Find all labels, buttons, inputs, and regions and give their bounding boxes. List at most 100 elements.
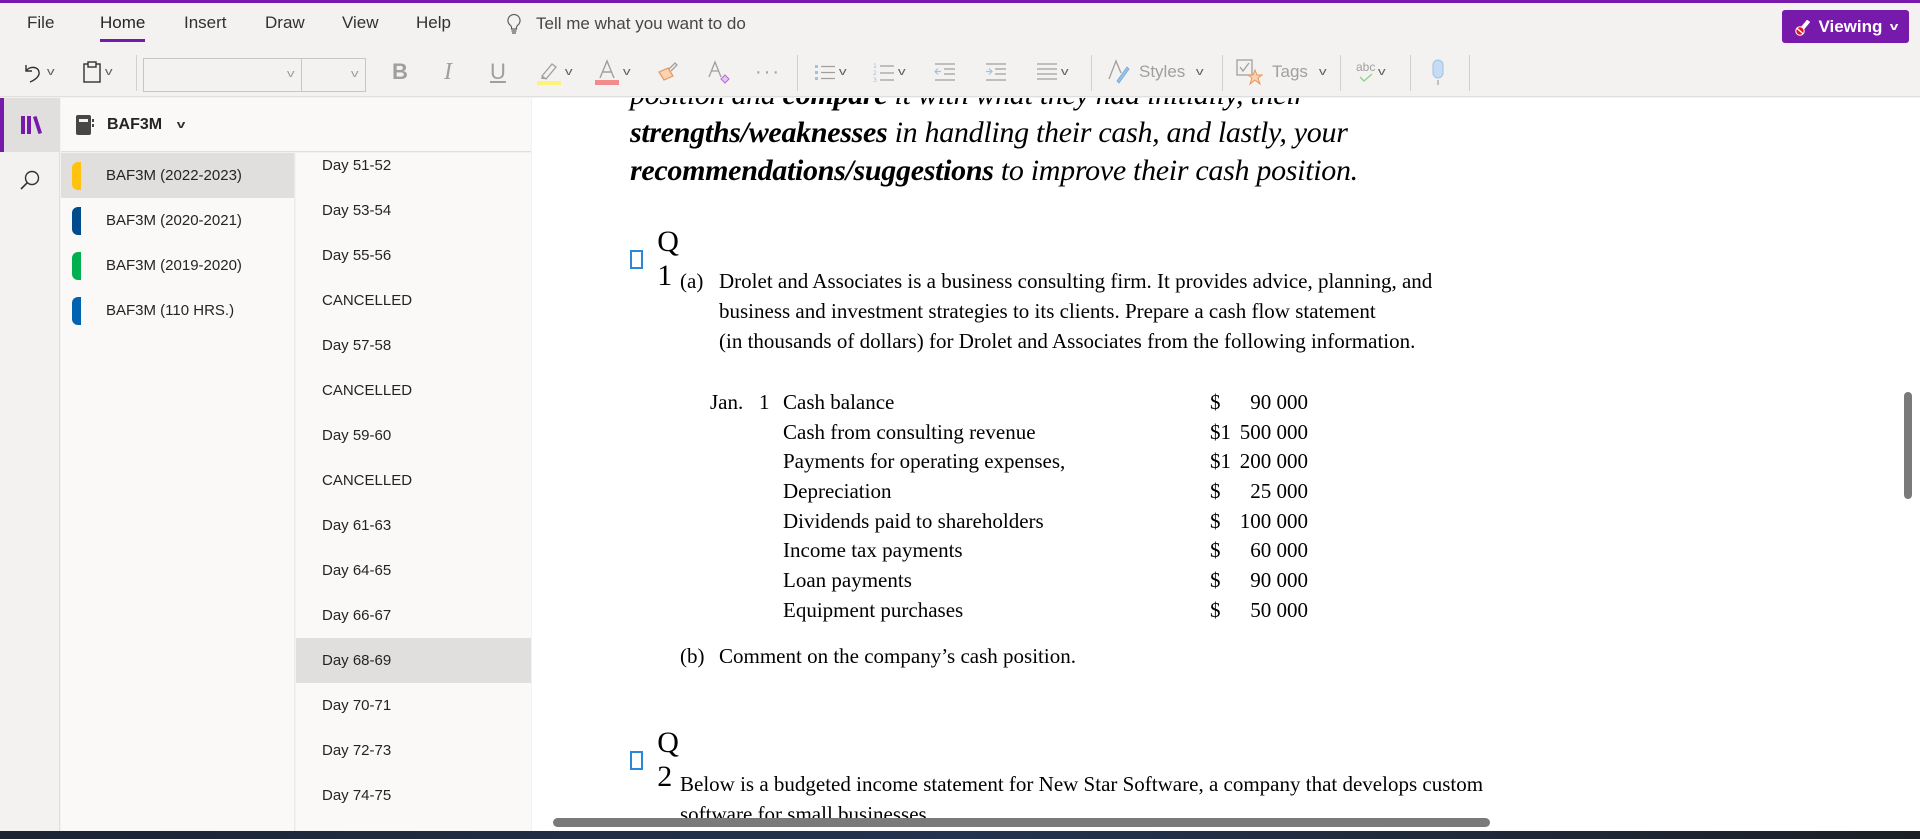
paragraph-alignment-button[interactable]: v: [1036, 47, 1069, 97]
section-item[interactable]: BAF3M (2022-2023): [61, 153, 294, 198]
section-item[interactable]: BAF3M (110 HRS.): [61, 288, 294, 333]
ledger-amount: 60 000: [1250, 538, 1308, 563]
page-item[interactable]: Day 61-63: [296, 503, 531, 548]
page-label: Day 68-69: [322, 652, 392, 669]
ledger-description: Cash balance: [783, 390, 895, 414]
ledger-currency: $: [1210, 479, 1221, 504]
ledger-currency: $: [1210, 508, 1221, 533]
font-color-button[interactable]: v: [594, 47, 631, 97]
todo-checkbox[interactable]: [630, 249, 644, 269]
page-label: Day 66-67: [322, 607, 392, 624]
tab-file[interactable]: File: [27, 13, 54, 33]
vertical-scrollbar[interactable]: [1904, 392, 1912, 499]
page-item[interactable]: Day 57-58: [296, 323, 531, 368]
ledger-date: Jan. 1: [710, 390, 770, 414]
ledger-row: Jan. 1 Cash balance $90 000: [710, 388, 1330, 418]
section-label: BAF3M (2022-2023): [106, 167, 242, 184]
page-item[interactable]: CANCELLED: [296, 458, 531, 503]
section-item[interactable]: BAF3M (2020-2021): [61, 198, 294, 243]
page-item[interactable]: Day 59-60: [296, 413, 531, 458]
ledger-currency: $: [1210, 538, 1221, 563]
tell-me-search[interactable]: Tell me what you want to do: [506, 13, 746, 35]
clipboard-icon: [83, 61, 101, 83]
page-item[interactable]: Day 53-54: [296, 188, 531, 233]
section-label: BAF3M (110 HRS.): [106, 302, 235, 319]
font-name-dropdown[interactable]: v: [143, 58, 302, 92]
increase-indent-button[interactable]: [985, 47, 1007, 97]
tag-star-icon: [1236, 59, 1264, 86]
paste-button[interactable]: v: [82, 47, 113, 97]
clear-formatting-button[interactable]: [706, 47, 732, 97]
tab-draw[interactable]: Draw: [265, 13, 305, 33]
increase-indent-icon: [986, 63, 1006, 81]
section-color-tab-icon: [72, 207, 81, 235]
todo-checkbox[interactable]: [630, 750, 644, 770]
numbered-list-icon: 123: [873, 63, 894, 83]
font-color-icon: [595, 59, 619, 85]
part-a-line: (in thousands of dollars) for Drolet and…: [719, 329, 1416, 353]
clear-formatting-icon: [708, 60, 730, 84]
bold-button[interactable]: B: [392, 47, 408, 97]
ledger-row: Depreciation $25 000: [710, 477, 1330, 507]
ledger-amount: 90 000: [1250, 390, 1308, 414]
numbering-button[interactable]: 123 v: [873, 47, 906, 97]
separator: [1469, 55, 1470, 91]
pencil-blocked-icon: [1795, 19, 1811, 36]
italic-button[interactable]: I: [444, 47, 452, 97]
separator: [136, 55, 137, 91]
page-item[interactable]: Day 66-67: [296, 593, 531, 638]
page-label: Day 72-73: [322, 742, 392, 759]
question-1-heading: Q 1: [630, 225, 685, 293]
tags-button[interactable]: Tags v: [1236, 47, 1327, 97]
notebooks-button[interactable]: [0, 98, 60, 152]
tab-insert[interactable]: Insert: [184, 13, 227, 33]
chevron-down-icon: v: [46, 66, 55, 78]
more-options-button[interactable]: ···: [755, 47, 781, 97]
chevron-down-icon: v: [1378, 66, 1386, 78]
tab-view[interactable]: View: [342, 13, 379, 33]
chevron-down-icon: v: [286, 68, 295, 80]
section-item[interactable]: BAF3M (2019-2020): [61, 243, 294, 288]
part-a-label: (a): [680, 269, 704, 293]
page-canvas[interactable]: position and compare it with what they h…: [532, 98, 1920, 831]
page-label: Day 57-58: [322, 337, 392, 354]
page-item[interactable]: CANCELLED: [296, 368, 531, 413]
page-list: Day 51-52 Day 53-54 Day 55-56 CANCELLED Day …: [296, 153, 531, 831]
page-item[interactable]: Day 72-73: [296, 728, 531, 773]
spelling-button[interactable]: abc v: [1356, 47, 1386, 97]
section-list: BAF3M (2022-2023) BAF3M (2020-2021) BAF3M …: [61, 153, 295, 831]
section-color-tab-icon: [72, 252, 81, 280]
viewing-mode-button[interactable]: Viewing v: [1782, 10, 1909, 43]
bullets-button[interactable]: v: [814, 47, 847, 97]
cash-information-table: Jan. 1 Cash balance $90 000 Cash from consu…: [710, 388, 1330, 626]
page-item[interactable]: Day 64-65: [296, 548, 531, 593]
page-item[interactable]: Day 68-69: [296, 638, 531, 683]
highlight-button[interactable]: v: [536, 47, 573, 97]
undo-button[interactable]: v: [22, 47, 55, 97]
tags-label: Tags: [1272, 62, 1308, 81]
page-item[interactable]: Day 70-71: [296, 683, 531, 728]
page-item[interactable]: Day 74-75: [296, 773, 531, 818]
tell-me-placeholder: Tell me what you want to do: [536, 14, 746, 33]
microphone-icon: [1432, 59, 1444, 85]
page-item[interactable]: CANCELLED: [296, 278, 531, 323]
page-item[interactable]: Day 55-56: [296, 233, 531, 278]
underline-button[interactable]: U: [490, 47, 506, 97]
undo-icon: [25, 65, 40, 83]
horizontal-scrollbar[interactable]: [553, 818, 1490, 827]
dictate-button[interactable]: [1430, 47, 1446, 97]
font-size-dropdown[interactable]: v: [301, 58, 366, 92]
tab-home[interactable]: Home: [100, 13, 146, 42]
ledger-row: Payments for operating expenses, $1 200 00…: [710, 447, 1330, 477]
ledger-currency: $: [1210, 597, 1221, 622]
format-painter-button[interactable]: [656, 47, 680, 97]
decrease-indent-button[interactable]: [934, 47, 956, 97]
ledger-currency: $1: [1210, 449, 1231, 474]
chevron-down-icon: v: [1060, 66, 1069, 78]
tab-help[interactable]: Help: [416, 13, 451, 33]
ledger-description: Payments for operating expenses,: [783, 449, 1066, 474]
styles-button[interactable]: Styles v: [1107, 47, 1204, 97]
page-item[interactable]: Day 51-52: [296, 143, 531, 188]
chevron-down-icon: v: [838, 66, 847, 78]
search-button[interactable]: [0, 160, 60, 200]
